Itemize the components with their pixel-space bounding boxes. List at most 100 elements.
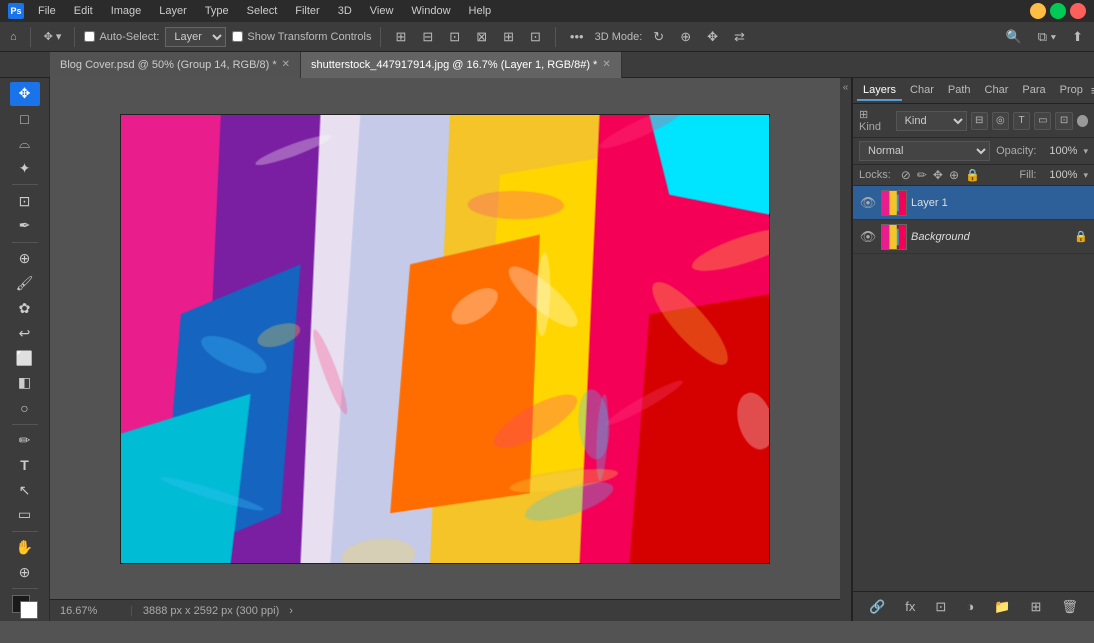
more-options-button[interactable]: ••• xyxy=(565,27,589,46)
close-tab-1[interactable]: ✕ xyxy=(282,59,290,70)
filter-text-icon[interactable]: T xyxy=(1013,112,1030,130)
tab-layers[interactable]: Layers xyxy=(857,81,902,101)
status-bar: 16.67% | 3888 px x 2592 px (300 ppi) › xyxy=(50,599,840,621)
layer-item-layer1[interactable]: 👁 Layer 1 xyxy=(853,186,1094,220)
3d-rotate-button[interactable]: ↻ xyxy=(648,27,669,47)
workspace-button[interactable]: ⧉ ▾ xyxy=(1033,27,1061,47)
filter-toggle[interactable] xyxy=(1077,115,1088,127)
layer-item-background[interactable]: 👁 Background 🔒 xyxy=(853,220,1094,254)
tab-prop[interactable]: Prop xyxy=(1054,81,1089,101)
dodge-tool[interactable]: ○ xyxy=(10,396,40,420)
brush-tool[interactable]: 🖌 xyxy=(10,272,40,296)
menu-type[interactable]: Type xyxy=(197,3,237,19)
menu-filter[interactable]: Filter xyxy=(287,3,327,19)
separator4 xyxy=(555,27,556,47)
tab-char2[interactable]: Char xyxy=(979,81,1015,101)
menu-help[interactable]: Help xyxy=(461,3,500,19)
align-middle-button[interactable]: ⊡ xyxy=(525,27,546,47)
zoom-tool[interactable]: ⊕ xyxy=(10,561,40,585)
history-brush-tool[interactable]: ↩ xyxy=(10,321,40,345)
share-button[interactable]: ⬆ xyxy=(1067,27,1088,47)
crop-tool[interactable]: ⊡ xyxy=(10,189,40,213)
link-layers-button[interactable]: 🔗 xyxy=(864,597,890,617)
fill-value[interactable]: 100% xyxy=(1042,169,1077,181)
marquee-tool[interactable]: □ xyxy=(10,107,40,131)
eraser-tool[interactable]: ⬜ xyxy=(10,346,40,370)
minimize-button[interactable] xyxy=(1030,3,1046,19)
canvas-container[interactable] xyxy=(50,78,840,599)
panel-collapse-button[interactable]: « xyxy=(843,82,849,93)
menu-file[interactable]: File xyxy=(30,3,64,19)
add-mask-button[interactable]: ⊡ xyxy=(930,597,951,617)
opacity-value[interactable]: 100% xyxy=(1042,145,1077,157)
filter-pixel-icon[interactable]: ⊟ xyxy=(971,112,988,130)
text-tool[interactable]: T xyxy=(10,453,40,477)
magic-wand-tool[interactable]: ✦ xyxy=(10,156,40,180)
menu-3d[interactable]: 3D xyxy=(330,3,360,19)
align-center-button[interactable]: ⊟ xyxy=(417,27,438,47)
3d-pan-button[interactable]: ✥ xyxy=(702,27,723,47)
color-boxes[interactable] xyxy=(12,595,38,619)
pen-tool[interactable]: ✏ xyxy=(10,429,40,453)
lock-position-icon[interactable]: ✥ xyxy=(933,168,943,182)
path-selection-tool[interactable]: ↖ xyxy=(10,478,40,502)
move-tool[interactable]: ✥ xyxy=(10,82,40,106)
kind-select[interactable]: Kind Name Effect Mode Attribute Color xyxy=(896,111,967,131)
menu-edit[interactable]: Edit xyxy=(66,3,101,19)
show-transform-label[interactable]: Show Transform Controls xyxy=(232,31,371,43)
filter-shape-icon[interactable]: ▭ xyxy=(1034,112,1051,130)
lock-image-icon[interactable]: ✏ xyxy=(917,168,927,182)
tool-sep-5 xyxy=(12,588,38,589)
3d-slide-button[interactable]: ⇄ xyxy=(729,27,750,47)
auto-select-checkbox[interactable] xyxy=(84,31,95,42)
lasso-tool[interactable]: ⌓ xyxy=(10,132,40,156)
status-arrow[interactable]: › xyxy=(289,605,293,617)
filter-adjustment-icon[interactable]: ◎ xyxy=(992,112,1009,130)
menu-view[interactable]: View xyxy=(362,3,402,19)
menu-layer[interactable]: Layer xyxy=(151,3,195,19)
auto-select-dropdown[interactable]: Layer Group xyxy=(165,27,226,47)
move-tool-options[interactable]: ✥ ▾ xyxy=(40,28,66,45)
eyedropper-tool[interactable]: ✒ xyxy=(10,214,40,238)
auto-select-label[interactable]: Auto-Select: xyxy=(84,31,159,43)
align-top-button[interactable]: ⊞ xyxy=(498,27,519,47)
hand-tool[interactable]: ✋ xyxy=(10,536,40,560)
tab-char[interactable]: Char xyxy=(904,81,940,101)
tab-shutterstock[interactable]: shutterstock_447917914.jpg @ 16.7% (Laye… xyxy=(301,52,622,78)
menu-image[interactable]: Image xyxy=(103,3,150,19)
menu-select[interactable]: Select xyxy=(239,3,286,19)
distribute-button[interactable]: ⊠ xyxy=(471,27,492,47)
blend-mode-select[interactable]: Normal Dissolve Multiply Screen Overlay xyxy=(859,141,990,161)
maximize-button[interactable] xyxy=(1050,3,1066,19)
tab-para[interactable]: Para xyxy=(1016,81,1051,101)
gradient-tool[interactable]: ◧ xyxy=(10,371,40,395)
opacity-arrow[interactable]: ▾ xyxy=(1083,146,1088,157)
home-button[interactable]: ⌂ xyxy=(6,29,21,45)
filter-smart-icon[interactable]: ⊡ xyxy=(1055,112,1072,130)
fill-arrow[interactable]: ▾ xyxy=(1083,170,1088,181)
background-color[interactable] xyxy=(20,601,38,619)
menu-window[interactable]: Window xyxy=(403,3,458,19)
tab-path[interactable]: Path xyxy=(942,81,977,101)
clone-tool[interactable]: ✿ xyxy=(10,296,40,320)
new-fill-button[interactable]: ◑ xyxy=(961,597,979,616)
3d-orbit-button[interactable]: ⊕ xyxy=(675,27,696,47)
align-left-button[interactable]: ⊞ xyxy=(390,27,411,47)
close-tab-2[interactable]: ✕ xyxy=(602,59,610,70)
lock-artboard-icon[interactable]: ⊕ xyxy=(949,168,959,182)
new-layer-button[interactable]: ⊞ xyxy=(1025,597,1046,617)
show-transform-checkbox[interactable] xyxy=(232,31,243,42)
lock-transparent-icon[interactable]: ⊘ xyxy=(901,168,911,182)
delete-layer-button[interactable]: 🗑 xyxy=(1056,597,1083,617)
layer1-visibility-eye[interactable]: 👁 xyxy=(859,195,877,211)
search-button[interactable]: 🔍 xyxy=(1001,27,1027,47)
heal-tool[interactable]: ⊕ xyxy=(10,247,40,271)
tab-blog-cover[interactable]: Blog Cover.psd @ 50% (Group 14, RGB/8) *… xyxy=(50,52,301,78)
shape-tool[interactable]: ▭ xyxy=(10,503,40,527)
fx-button[interactable]: fx xyxy=(900,597,920,616)
background-visibility-eye[interactable]: 👁 xyxy=(859,229,877,245)
new-group-button[interactable]: 📁 xyxy=(989,597,1015,617)
align-right-button[interactable]: ⊡ xyxy=(444,27,465,47)
lock-all-icon[interactable]: 🔒 xyxy=(965,168,980,182)
close-button[interactable] xyxy=(1070,3,1086,19)
